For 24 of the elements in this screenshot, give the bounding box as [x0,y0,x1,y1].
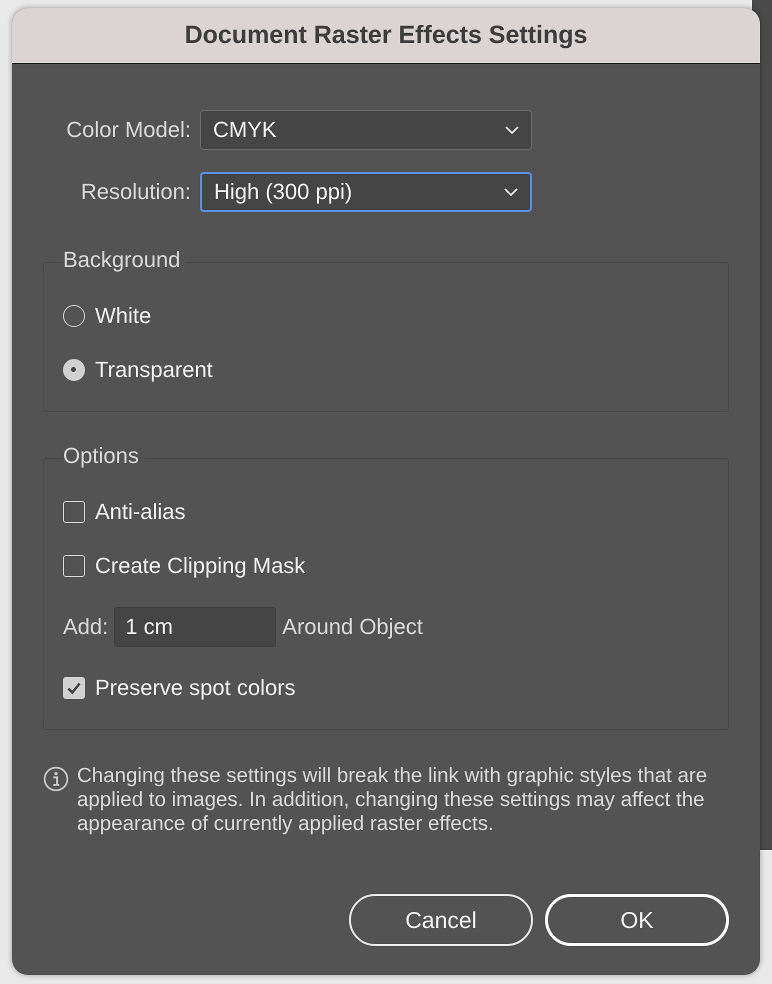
cancel-button[interactable]: Cancel [349,894,533,946]
chevron-icon [505,126,519,134]
window-title: Document Raster Effects Settings [184,21,588,50]
radio-button[interactable] [63,305,85,327]
dropdown[interactable]: High (300 ppi) [200,172,532,212]
dropdown[interactable]: CMYK [200,110,532,150]
ok-button[interactable]: OK [545,894,729,946]
field-label: Add: [63,614,108,640]
info-icon [43,766,69,792]
option-label: Create Clipping Mask [95,553,306,579]
checkbox[interactable] [63,555,85,577]
option-label: White [95,303,152,329]
field-label: Color Model: [65,117,191,143]
unit-label: Around Object [282,614,423,640]
option-label: Anti-alias [95,499,186,525]
field-label: Resolution: [80,179,191,205]
option-label: Transparent [95,357,213,383]
checkbox[interactable] [63,501,85,523]
radio-button[interactable] [63,359,85,381]
info-text: Changing these settings will break the link with graphic styles that are applied to images. In addition, changing these settings may affect the appearance of currently applied raster effects. [77,764,708,836]
checkbox[interactable] [63,677,85,699]
input-field[interactable]: 1 cm [114,607,276,647]
chevron-icon [504,188,518,196]
option-label: Preserve spot colors [95,675,296,701]
